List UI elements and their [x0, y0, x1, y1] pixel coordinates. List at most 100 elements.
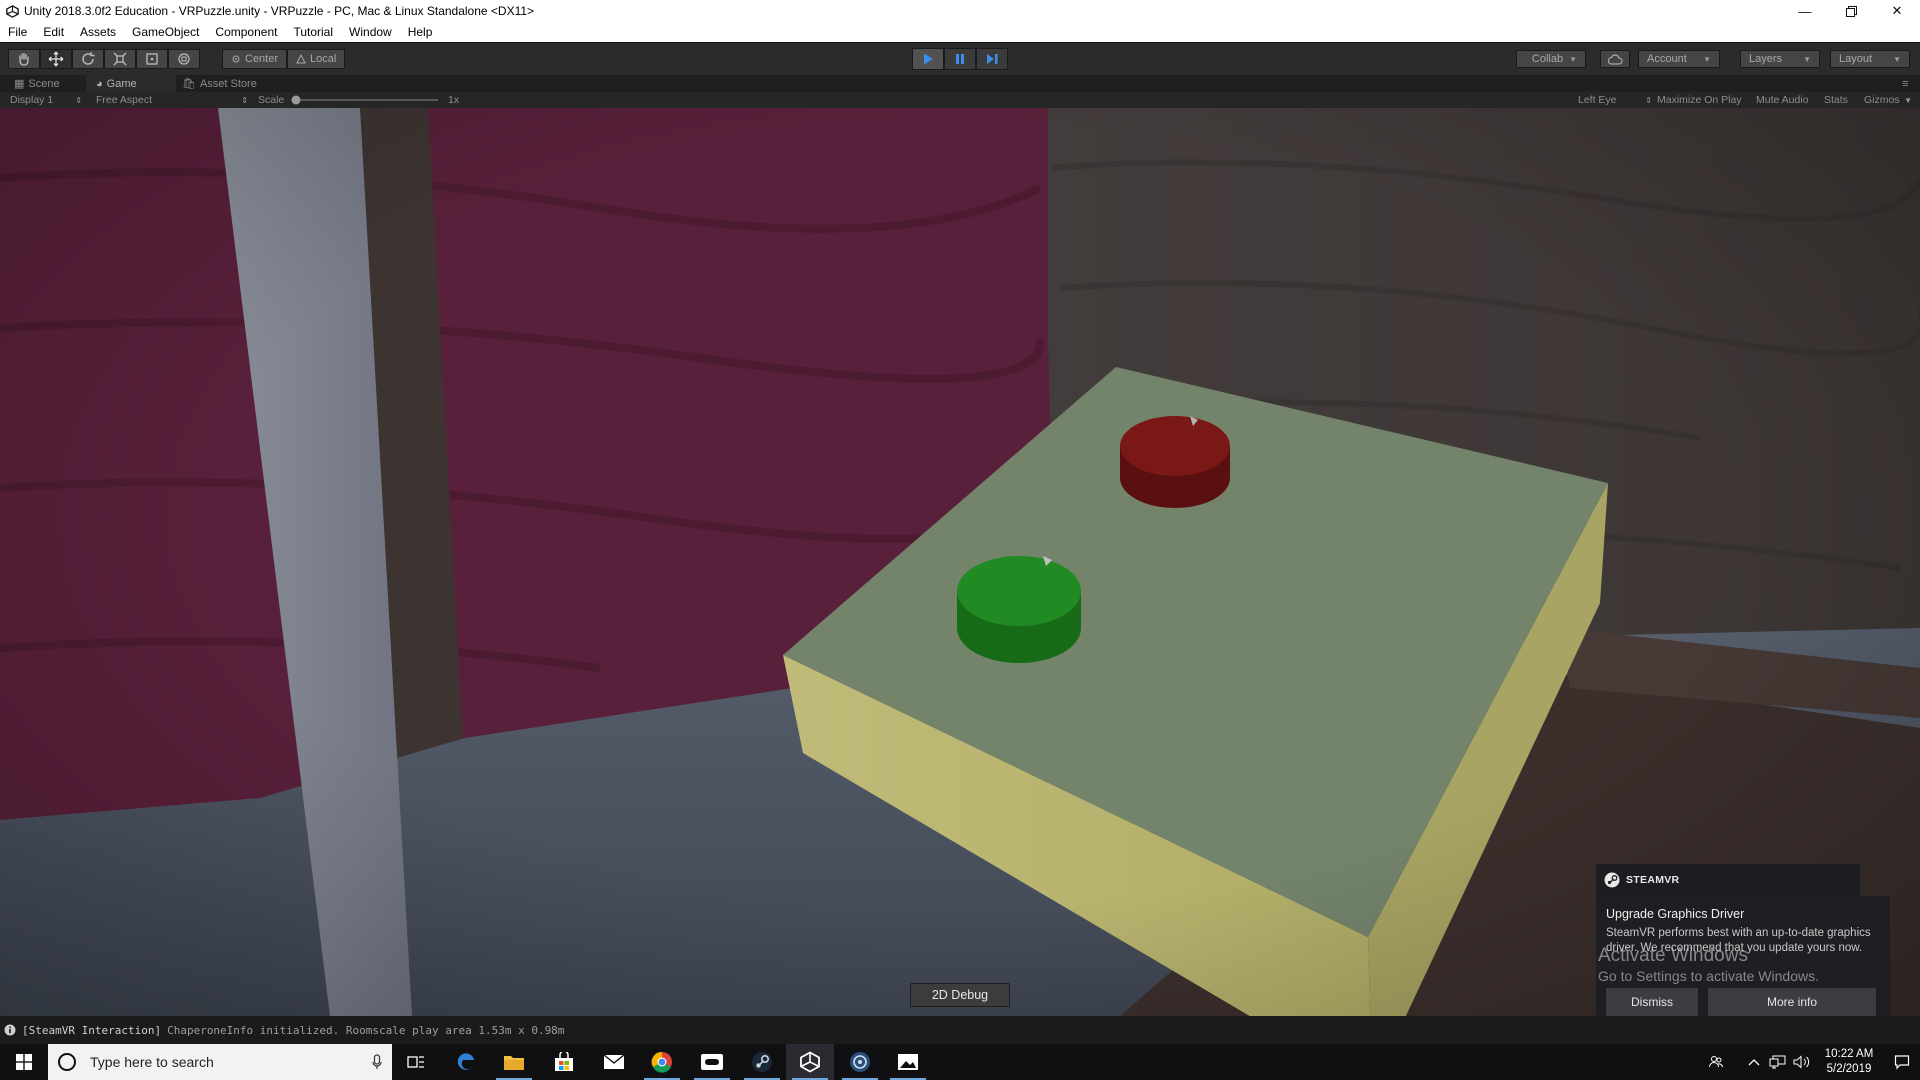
- gizmos-dropdown[interactable]: Gizmos ▼: [1864, 92, 1912, 108]
- console-tag: [SteamVR Interaction]: [22, 1023, 162, 1037]
- scale-tool-button[interactable]: [104, 49, 136, 69]
- store-bag-icon: [555, 1052, 573, 1071]
- scale-label: Scale: [258, 94, 285, 106]
- unity-logo-icon: [4, 3, 20, 19]
- layers-label: Layers: [1749, 53, 1783, 65]
- tab-asset-store-label: Asset Store: [199, 77, 257, 90]
- menu-file[interactable]: File: [0, 25, 35, 39]
- aspect-label: Free Aspect: [96, 94, 153, 106]
- chrome-icon: [651, 1051, 672, 1073]
- taskbar-mail[interactable]: [590, 1044, 638, 1080]
- close-button[interactable]: ✕: [1874, 0, 1920, 22]
- layout-label: Layout: [1839, 53, 1873, 65]
- watermark-line1: Activate Windows: [1598, 945, 1748, 966]
- eye-label: Left Eye: [1578, 94, 1617, 106]
- action-center-icon[interactable]: [1884, 1044, 1920, 1080]
- taskbar-store[interactable]: [540, 1044, 588, 1080]
- restore-icon: [1845, 5, 1857, 17]
- chevron-down-icon: ▼: [1904, 95, 1912, 105]
- taskbar-chrome[interactable]: [638, 1044, 686, 1080]
- chevron-down-icon: ▼: [1569, 54, 1577, 64]
- display-dropdown[interactable]: Display 1 ⇕: [10, 92, 82, 108]
- taskbar-edge[interactable]: [442, 1044, 490, 1080]
- transform-tools: [8, 49, 200, 69]
- menu-gameobject[interactable]: GameObject: [124, 25, 207, 39]
- taskbar-unity[interactable]: [786, 1044, 834, 1080]
- dismiss-button[interactable]: Dismiss: [1606, 988, 1698, 1016]
- tab-scene[interactable]: ▦ Scene: [4, 75, 70, 92]
- taskbar-search[interactable]: Type here to search: [48, 1044, 392, 1080]
- cloud-button[interactable]: [1600, 50, 1630, 68]
- panel-menu-button[interactable]: ≡: [1898, 75, 1912, 92]
- layout-dropdown[interactable]: Layout ▼: [1830, 50, 1910, 68]
- menu-edit[interactable]: Edit: [35, 25, 72, 39]
- menu-help[interactable]: Help: [400, 25, 441, 39]
- steam-icon: [752, 1052, 772, 1072]
- play-icon: [924, 53, 933, 65]
- store-bag-icon: 🛍: [182, 78, 196, 90]
- oculus-icon: [701, 1054, 723, 1070]
- start-button[interactable]: [0, 1044, 48, 1080]
- rotate-tool-button[interactable]: [72, 49, 104, 69]
- chevron-down-icon: ▼: [1893, 54, 1901, 64]
- eye-dropdown[interactable]: Left Eye ⇕: [1578, 92, 1652, 108]
- minimize-button[interactable]: —: [1782, 0, 1828, 22]
- taskbar-photos[interactable]: [884, 1044, 932, 1080]
- step-button[interactable]: [976, 48, 1008, 70]
- playmode-controls: [912, 48, 1008, 70]
- scale-slider-track: [291, 95, 438, 105]
- transform-tool-button[interactable]: [168, 49, 200, 69]
- info-icon: [4, 1024, 16, 1036]
- menu-window[interactable]: Window: [341, 25, 400, 39]
- collab-dropdown[interactable]: Collab ▼: [1516, 50, 1586, 68]
- aspect-dropdown[interactable]: Free Aspect ⇕: [96, 92, 248, 108]
- taskbar-steamvr[interactable]: [836, 1044, 884, 1080]
- taskbar-file-explorer[interactable]: [490, 1044, 538, 1080]
- account-dropdown[interactable]: Account ▼: [1638, 50, 1720, 68]
- taskbar-clock[interactable]: 10:22 AM 5/2/2019: [1814, 1047, 1884, 1077]
- steam-logo-icon: [1604, 872, 1620, 888]
- local-space-icon: [296, 54, 306, 64]
- display-label: Display 1: [10, 94, 54, 106]
- stats-toggle[interactable]: Stats: [1824, 92, 1848, 108]
- pivot-center-toggle[interactable]: Center: [222, 49, 288, 69]
- mute-audio-toggle[interactable]: Mute Audio: [1756, 92, 1809, 108]
- move-tool-button[interactable]: [40, 49, 72, 69]
- layers-dropdown[interactable]: Layers ▼: [1740, 50, 1820, 68]
- 2d-debug-button[interactable]: 2D Debug: [910, 983, 1010, 1007]
- console-status-bar[interactable]: [SteamVR Interaction] ChaperoneInfo init…: [0, 1016, 1920, 1044]
- collab-check-icon: [1525, 58, 1526, 60]
- pause-button[interactable]: [944, 48, 976, 70]
- menu-tutorial[interactable]: Tutorial: [285, 25, 341, 39]
- network-icon[interactable]: [1766, 1044, 1790, 1080]
- cloud-icon: [1607, 54, 1623, 65]
- toolbar: Center Local Collab ▼ Account ▼ Layers ▼…: [0, 42, 1920, 75]
- tab-asset-store[interactable]: 🛍 Asset Store: [172, 75, 267, 92]
- collab-label: Collab: [1531, 53, 1564, 65]
- people-icon[interactable]: [1704, 1044, 1728, 1080]
- show-hidden-icons-chevron-icon[interactable]: [1742, 1044, 1766, 1080]
- menu-assets[interactable]: Assets: [72, 25, 124, 39]
- play-button[interactable]: [912, 48, 944, 70]
- pause-icon: [956, 54, 964, 64]
- taskbar-oculus[interactable]: [688, 1044, 736, 1080]
- volume-icon[interactable]: [1790, 1044, 1814, 1080]
- taskbar-steam[interactable]: [738, 1044, 786, 1080]
- menu-component[interactable]: Component: [207, 25, 285, 39]
- task-view-icon: [407, 1056, 424, 1068]
- maximize-on-play-toggle[interactable]: Maximize On Play: [1657, 92, 1742, 108]
- hand-tool-button[interactable]: [8, 49, 40, 69]
- windows-logo-icon: [16, 1054, 32, 1070]
- photos-icon: [898, 1054, 918, 1070]
- pivot-space-toggle[interactable]: Local: [287, 49, 346, 69]
- task-view-button[interactable]: [392, 1044, 440, 1080]
- microphone-icon[interactable]: [362, 1054, 392, 1070]
- tab-game[interactable]: ◕ Game: [86, 75, 176, 92]
- clock-date: 5/2/2019: [1826, 1063, 1872, 1075]
- more-info-button[interactable]: More info: [1708, 988, 1876, 1016]
- steamvr-brand: STEAMVR: [1626, 874, 1680, 886]
- rect-tool-button[interactable]: [136, 49, 168, 69]
- scale-slider[interactable]: [290, 92, 440, 108]
- restore-button[interactable]: [1828, 0, 1874, 22]
- up-down-arrows-icon: ⇕: [75, 95, 82, 105]
